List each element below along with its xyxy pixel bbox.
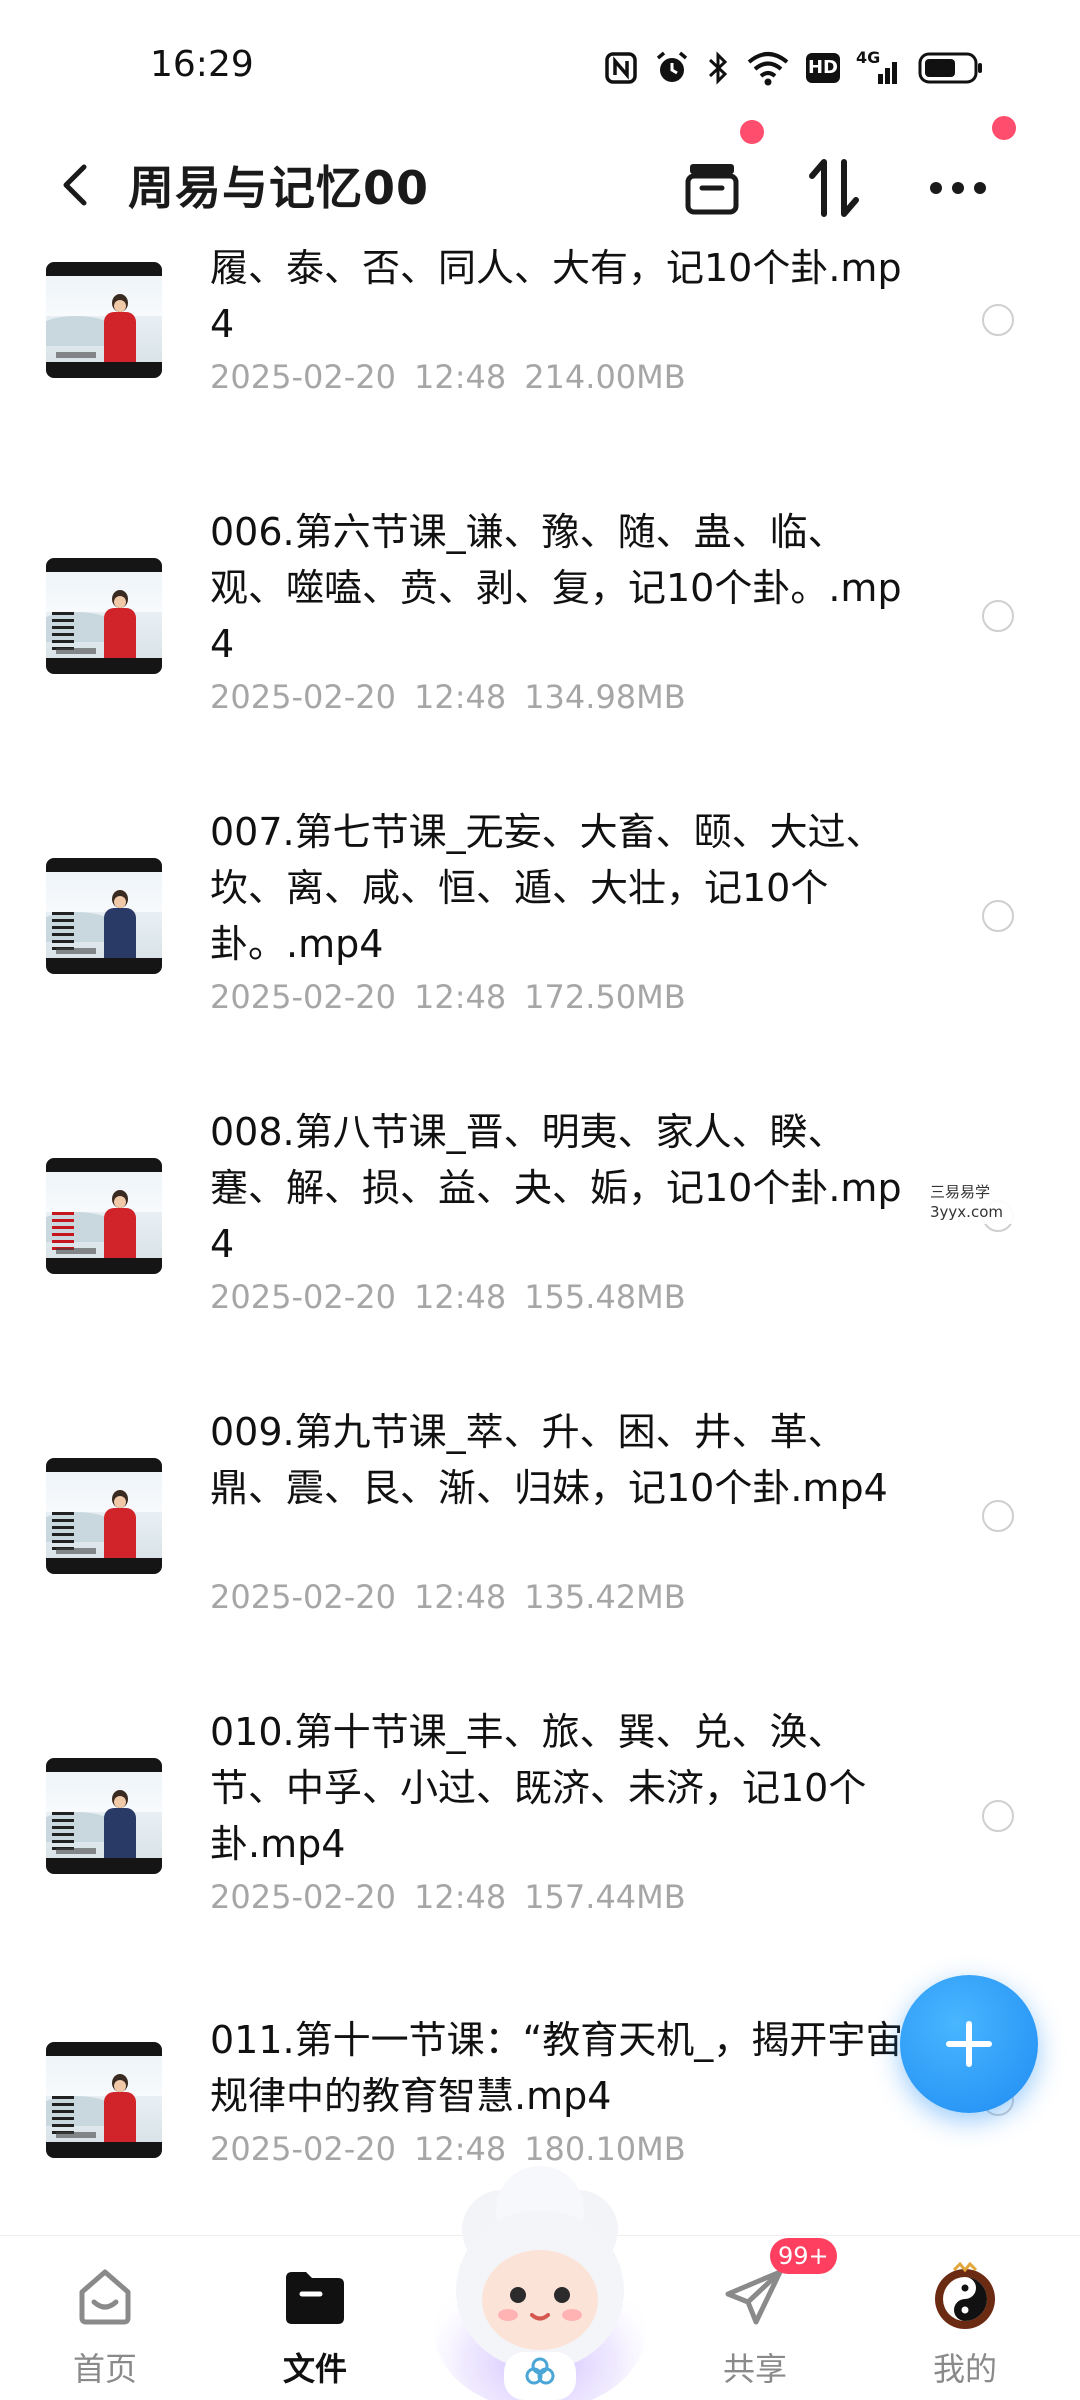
add-button[interactable] — [900, 1975, 1038, 2113]
nav-share-label: 共享 — [722, 2350, 787, 2388]
file-size: 134.98MB — [524, 678, 686, 716]
file-meta: 2025-02-20 12:48 134.98MB — [210, 678, 704, 716]
file-meta: 2025-02-20 12:48 172.50MB — [210, 978, 704, 1016]
file-date: 2025-02-20 — [210, 978, 396, 1016]
file-list: 005.第五节课_需、讼、师、比、小畜、履、泰、否、同人、大有，记10个卦.mp… — [0, 240, 1080, 2235]
file-meta: 2025-02-20 12:48 214.00MB — [210, 358, 704, 396]
signal-icon: 4G — [856, 48, 902, 86]
select-radio[interactable] — [982, 1500, 1014, 1532]
bluetooth-icon — [708, 51, 728, 85]
video-thumbnail — [46, 558, 162, 674]
watermark-line2: 3yyx.com — [930, 1203, 1003, 1221]
file-date: 2025-02-20 — [210, 358, 396, 396]
wifi-icon — [747, 52, 789, 86]
file-name: 005.第五节课_需、讼、师、比、小畜、履、泰、否、同人、大有，记10个卦.mp… — [210, 246, 902, 346]
status-bar: 16:29 HD 4G — [0, 0, 1080, 130]
file-name: 007.第七节课_无妄、大畜、颐、大过、坎、离、咸、恒、遁、大壮，记10个卦。.… — [210, 810, 884, 966]
select-radio[interactable] — [982, 900, 1014, 932]
nav-home-label: 首页 — [72, 2350, 137, 2388]
page-title: 周易与记忆00 — [128, 161, 430, 215]
select-radio[interactable] — [982, 1800, 1014, 1832]
file-size: 214.00MB — [524, 358, 686, 396]
file-meta: 2025-02-20 12:48 155.48MB — [210, 1278, 704, 1316]
nfc-icon — [605, 52, 637, 84]
video-thumbnail — [46, 1458, 162, 1574]
more-notification-dot — [992, 116, 1016, 140]
select-radio[interactable] — [982, 304, 1014, 336]
watermark: 三易易学 3yyx.com — [926, 1180, 1046, 1224]
file-row[interactable]: 008.第八节课_晋、明夷、家人、睽、蹇、解、损、益、夬、姤，记10个卦.mp4… — [0, 1100, 1080, 1400]
sort-icon — [809, 159, 859, 217]
file-row[interactable]: 009.第九节课_萃、升、困、井、革、鼎、震、艮、渐、归妹，记10个卦.mp4 … — [0, 1400, 1080, 1700]
file-row[interactable]: 006.第六节课_谦、豫、随、蛊、临、观、噬嗑、贲、剥、复，记10个卦。.mp4… — [0, 500, 1080, 800]
file-time: 12:48 — [413, 1578, 507, 1616]
alarm-icon — [656, 51, 688, 82]
avatar-icon — [930, 2262, 1000, 2332]
file-time: 12:48 — [413, 1878, 507, 1916]
archive-notification-dot — [740, 120, 764, 144]
file-size: 135.42MB — [524, 1578, 686, 1616]
more-dots-icon — [930, 182, 986, 194]
mascot-icon — [434, 2166, 646, 2400]
back-arrow-icon — [63, 164, 87, 206]
home-icon — [70, 2262, 140, 2332]
nav-share[interactable]: 99+ 共享 — [670, 2236, 840, 2400]
file-date: 2025-02-20 — [210, 1278, 396, 1316]
file-date: 2025-02-20 — [210, 1578, 396, 1616]
paper-plane-icon — [720, 2262, 790, 2332]
video-thumbnail — [46, 1158, 162, 1274]
archive-icon — [685, 164, 739, 215]
more-button[interactable] — [916, 146, 1000, 230]
file-size: 157.44MB — [524, 1878, 686, 1916]
mascot-button[interactable] — [432, 2150, 648, 2400]
plus-icon — [946, 2021, 992, 2067]
file-name: 009.第九节课_萃、升、困、井、革、鼎、震、艮、渐、归妹，记10个卦.mp4 — [210, 1410, 888, 1510]
back-button[interactable] — [40, 150, 110, 220]
file-row[interactable]: 005.第五节课_需、讼、师、比、小畜、履、泰、否、同人、大有，记10个卦.mp… — [0, 240, 1080, 500]
hd-icon: HD — [806, 53, 840, 83]
select-radio[interactable] — [982, 600, 1014, 632]
folder-icon — [280, 2262, 350, 2332]
nav-home[interactable]: 首页 — [20, 2236, 190, 2400]
nav-mine[interactable]: 我的 — [880, 2236, 1050, 2400]
video-thumbnail — [46, 262, 162, 378]
status-time: 16:29 — [150, 44, 254, 85]
file-date: 2025-02-20 — [210, 2130, 396, 2168]
nav-files[interactable]: 文件 — [230, 2236, 400, 2400]
file-meta: 2025-02-20 12:48 157.44MB — [210, 1878, 704, 1916]
file-size: 172.50MB — [524, 978, 686, 1016]
battery-icon — [918, 52, 982, 84]
screen: 16:29 HD 4G 周易与记忆00 履、泰、否、同人、大有，记10个卦.mp… — [0, 0, 1080, 2400]
file-size: 155.48MB — [524, 1278, 686, 1316]
nav-mine-label: 我的 — [932, 2350, 997, 2388]
video-thumbnail — [46, 2042, 162, 2158]
file-meta: 2025-02-20 12:48 135.42MB — [210, 1578, 704, 1616]
network-type-label: 4G — [856, 48, 881, 67]
status-icons: HD 4G — [604, 48, 984, 88]
video-thumbnail — [46, 1758, 162, 1874]
file-row[interactable]: 007.第七节课_无妄、大畜、颐、大过、坎、离、咸、恒、遁、大壮，记10个卦。.… — [0, 800, 1080, 1100]
file-time: 12:48 — [413, 978, 507, 1016]
file-date: 2025-02-20 — [210, 1878, 396, 1916]
file-time: 12:48 — [413, 358, 507, 396]
file-date: 2025-02-20 — [210, 678, 396, 716]
file-time: 12:48 — [413, 1278, 507, 1316]
archive-button[interactable] — [670, 146, 754, 230]
file-name: 010.第十节课_丰、旅、巽、兑、涣、节、中孚、小过、既济、未济，记10个卦.m… — [210, 1710, 867, 1866]
watermark-line1: 三易易学 — [930, 1183, 991, 1201]
file-time: 12:48 — [413, 678, 507, 716]
file-row[interactable]: 010.第十节课_丰、旅、巽、兑、涣、节、中孚、小过、既济、未济，记10个卦.m… — [0, 1700, 1080, 2000]
sort-button[interactable] — [792, 146, 876, 230]
file-name: 006.第六节课_谦、豫、随、蛊、临、观、噬嗑、贲、剥、复，记10个卦。.mp4 — [210, 510, 902, 666]
share-badge: 99+ — [770, 2238, 837, 2274]
file-name: 011.第十一节课：“教育天机_，揭开宇宙规律中的教育智慧.mp4 — [210, 2018, 904, 2118]
nav-files-label: 文件 — [282, 2350, 347, 2388]
video-thumbnail — [46, 858, 162, 974]
file-name: 008.第八节课_晋、明夷、家人、睽、蹇、解、损、益、夬、姤，记10个卦.mp4 — [210, 1110, 902, 1266]
header: 周易与记忆00 — [0, 116, 1080, 240]
